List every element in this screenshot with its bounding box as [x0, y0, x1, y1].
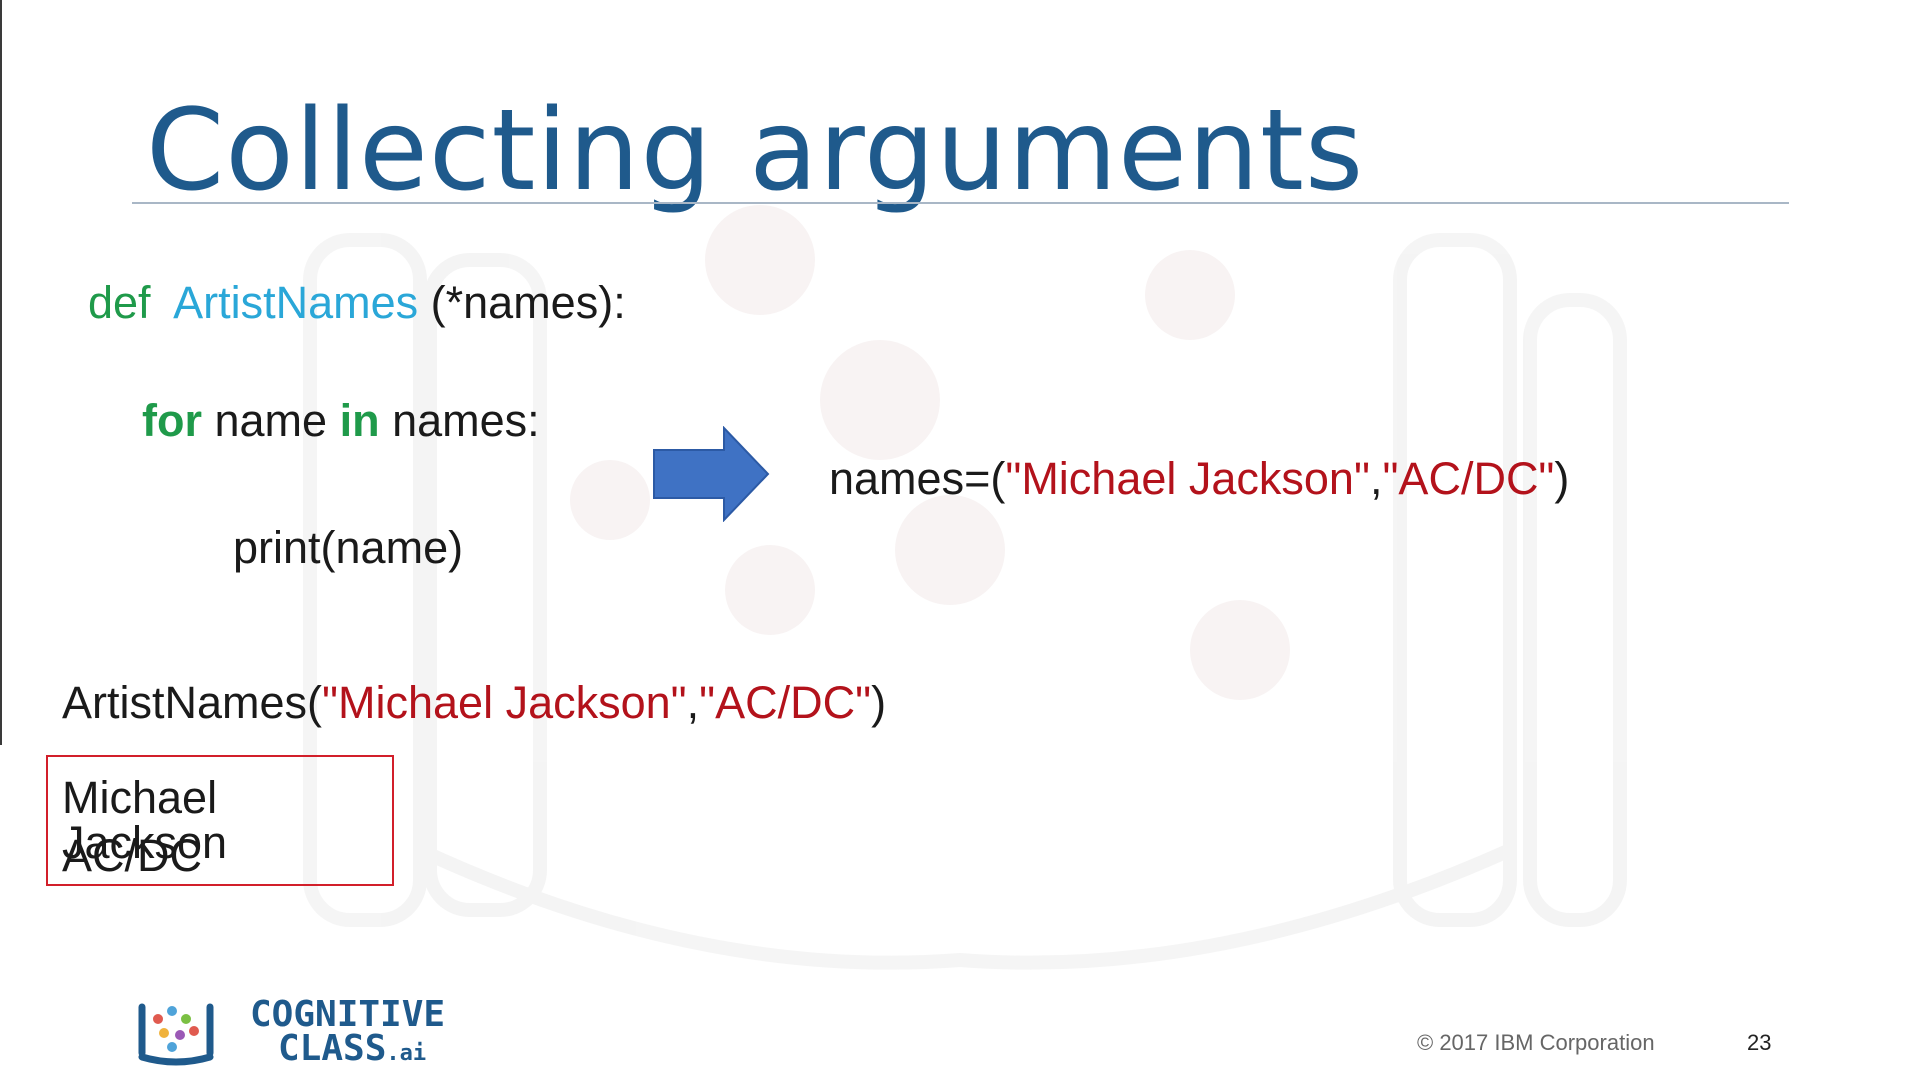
function-name: ArtistNames	[173, 277, 419, 328]
title-divider	[132, 202, 1789, 204]
logo-suffix: .ai	[386, 1041, 427, 1066]
right-arrow-icon	[653, 426, 770, 522]
call-arg-1: "Michael Jackson"	[322, 677, 687, 728]
code-print-line: print(name)	[233, 522, 464, 573]
cognitive-class-logo-text: COGNITIVE CLASS.ai	[250, 994, 446, 1071]
logo-line-2-wrap: CLASS.ai	[250, 1031, 445, 1071]
function-params: (*names):	[418, 277, 626, 328]
slide-title: Collecting arguments	[146, 86, 1365, 216]
tuple-prefix: names=(	[829, 453, 1006, 504]
call-separator: ,	[686, 677, 700, 728]
logo-line-1: COGNITIVE	[250, 994, 446, 1035]
page-number: 23	[1747, 1030, 1772, 1055]
code-for-line: for name in names:	[142, 398, 540, 443]
for-iterable: names:	[379, 395, 540, 446]
tuple-arg-2: "AC/DC"	[1382, 453, 1555, 504]
logo-line-2: CLASS	[278, 1028, 387, 1069]
code-def-line: def ArtistNames (*names):	[88, 280, 626, 325]
output-box: Michael Jackson AC/DC	[46, 755, 394, 886]
call-arg-2: "AC/DC"	[699, 677, 872, 728]
output-line-2: AC/DC	[62, 830, 203, 881]
in-keyword: in	[339, 395, 380, 446]
code-call-line: ArtistNames("Michael Jackson","AC/DC")	[62, 680, 886, 725]
for-variable: name	[202, 395, 340, 446]
call-suffix: )	[871, 677, 887, 728]
tuple-suffix: )	[1554, 453, 1570, 504]
def-keyword: def	[88, 277, 151, 328]
tuple-separator: ,	[1369, 453, 1383, 504]
for-keyword: for	[142, 395, 202, 446]
copyright-text: © 2017 IBM Corporation	[1417, 1030, 1655, 1055]
call-prefix: ArtistNames(	[62, 677, 323, 728]
tuple-arg-1: "Michael Jackson"	[1005, 453, 1370, 504]
tuple-display: names=("Michael Jackson","AC/DC")	[829, 456, 1569, 501]
cognitive-class-logo-icon	[138, 1003, 214, 1066]
